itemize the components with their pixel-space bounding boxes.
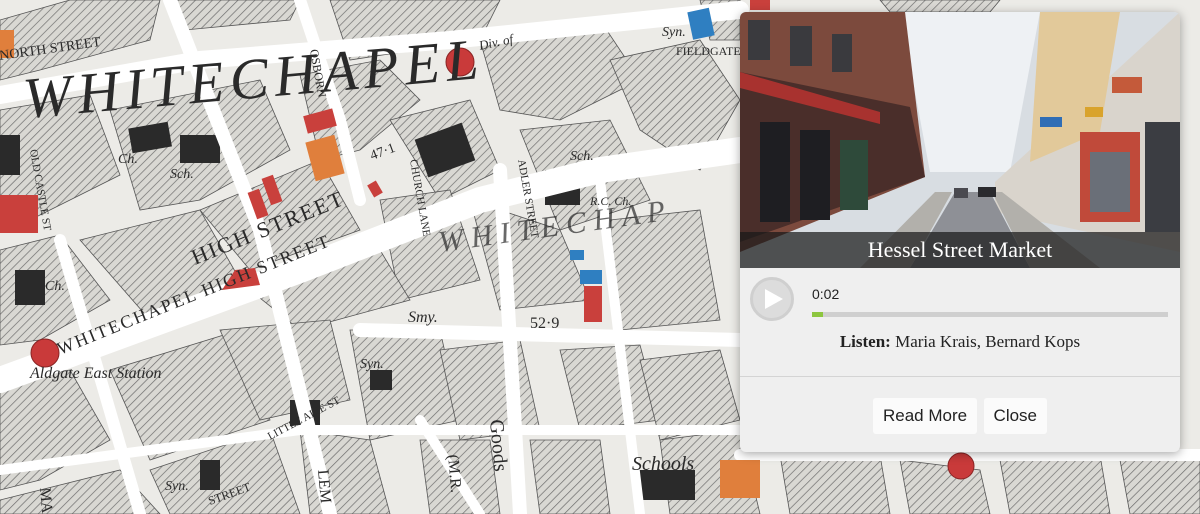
- play-icon: [765, 289, 783, 309]
- read-more-button[interactable]: Read More: [872, 398, 978, 434]
- audio-current-time: 0:02: [812, 286, 840, 302]
- church-label: Ch.: [118, 152, 138, 167]
- close-button[interactable]: Close: [983, 398, 1048, 434]
- popup-actions: Read More Close: [740, 398, 1180, 434]
- level-label: 52·9: [530, 315, 559, 332]
- school-label: Sch.: [170, 167, 194, 182]
- ma-label: MA: [36, 487, 55, 514]
- listen-label: Listen:: [839, 332, 891, 351]
- fieldgate-label: FIELDGATE: [676, 44, 741, 58]
- goods-label: Goods: [485, 419, 511, 473]
- school-label-2: Sch.: [570, 149, 594, 164]
- location-title: Hessel Street Market: [740, 232, 1180, 268]
- syn-label-2: Syn.: [165, 479, 189, 494]
- rc-church-label: R.C. Ch.: [589, 194, 631, 208]
- lem-label: LEM: [314, 469, 334, 504]
- audio-progress-fill: [812, 312, 823, 317]
- syn-label-top: Syn.: [662, 25, 686, 40]
- mr-label: (M.R.: [444, 454, 464, 494]
- location-popup: Hessel Street Market 0:02 Listen: Maria …: [740, 12, 1180, 452]
- listen-names: Maria Krais, Bernard Kops: [895, 332, 1081, 351]
- play-button[interactable]: [750, 277, 794, 321]
- map-marker-selected[interactable]: [947, 452, 975, 480]
- syn-label: Syn.: [360, 357, 384, 372]
- audio-player: 0:02: [740, 268, 1180, 338]
- listen-line: Listen: Maria Krais, Bernard Kops: [740, 332, 1180, 352]
- station-label: Aldgate East Station: [29, 365, 162, 382]
- popup-divider: [740, 376, 1180, 377]
- smy-label: Smy.: [408, 309, 438, 326]
- audio-progress-track[interactable]: [812, 312, 1168, 317]
- street-photo: [740, 12, 1180, 268]
- schools-label: Schools: [632, 453, 694, 475]
- church-label-2: Ch.: [45, 279, 65, 294]
